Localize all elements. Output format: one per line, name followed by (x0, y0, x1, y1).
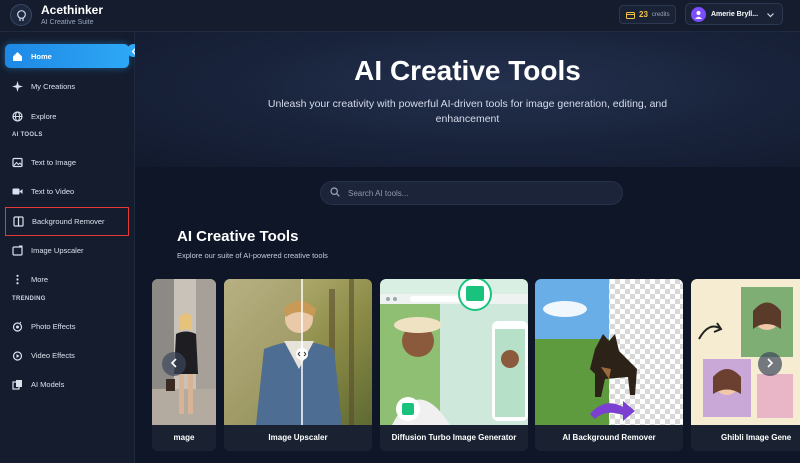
chevron-left-icon (170, 355, 178, 373)
video-icon (12, 186, 23, 197)
tool-card-ghibli-image-generator[interactable]: Ghibli Image Gene (691, 279, 800, 451)
carousel-next-button[interactable] (758, 352, 782, 376)
hero-subtitle: Unleash your creativity with powerful AI… (267, 98, 668, 125)
tools-section-subtitle: Explore our suite of AI-powered creative… (177, 251, 328, 260)
globe-icon (12, 110, 23, 122)
search-input[interactable]: Search AI tools... (320, 181, 623, 205)
tool-card-image-preview (535, 279, 683, 425)
user-icon (691, 6, 706, 22)
sidebar-item-home[interactable]: Home (5, 44, 129, 68)
upscale-icon (12, 245, 23, 256)
sidebar: Home My Creations Explore AI TOOLS Text … (0, 32, 135, 463)
brand-subtitle: AI Creative Suite (41, 19, 94, 26)
tool-card-ai-background-remover[interactable]: AI Background Remover (535, 279, 683, 451)
image-edit-icon (12, 157, 23, 168)
carousel-prev-button[interactable] (162, 352, 186, 376)
sidebar-item-label: My Creations (31, 81, 76, 91)
credits-label: credits (651, 11, 670, 18)
ai-tools-label: AI TOOLS (12, 132, 43, 138)
sidebar-item-background-remover[interactable]: Background Remover (5, 207, 129, 236)
sidebar-item-label: Background Remover (32, 217, 105, 226)
sidebar-item-my-creations[interactable]: My Creations (5, 74, 129, 98)
brand-name: Acethinker (41, 3, 104, 17)
sidebar-item-label: More (31, 274, 49, 284)
sidebar-item-image-upscaler[interactable]: Image Upscaler (5, 238, 129, 262)
tool-card-diffusion-turbo[interactable]: Diffusion Turbo Image Generator (380, 279, 528, 451)
sidebar-item-label: Image Upscaler (31, 245, 84, 255)
search-icon (330, 184, 340, 202)
hero-title: AI Creative Tools (354, 55, 581, 86)
coin-icon (626, 6, 635, 24)
photo-effect-icon (12, 321, 23, 332)
sidebar-item-label: Video Effects (31, 350, 75, 360)
sidebar-item-explore[interactable]: Explore (5, 104, 129, 128)
user-name: Amerie Bryll... (711, 10, 759, 18)
sidebar-item-text-to-image[interactable]: Text to Image (5, 150, 129, 174)
sidebar-item-label: Explore (31, 111, 57, 121)
tool-card-image-preview (152, 279, 216, 425)
tool-card-label: Image Upscaler (224, 425, 372, 451)
chevron-right-icon (766, 355, 774, 373)
tool-card-label: Diffusion Turbo Image Generator (380, 425, 528, 451)
sidebar-item-label: AI Models (31, 379, 65, 389)
home-icon (12, 51, 23, 62)
tool-card-image-upscaler[interactable]: Image Upscaler (224, 279, 372, 451)
chevron-down-icon (767, 5, 775, 23)
tool-card-label: mage (152, 425, 216, 451)
tool-card-label: Ghibli Image Gene (691, 425, 800, 451)
models-icon (12, 379, 23, 390)
tools-section-title: AI Creative Tools (177, 228, 299, 245)
tool-card-image-preview (691, 279, 800, 425)
credits-count: 23 (639, 10, 648, 19)
hero-banner: AI Creative Tools Unleash your creativit… (135, 32, 800, 167)
brain-icon (10, 4, 32, 26)
top-bar: Acethinker AI Creative Suite 23 credits … (0, 0, 800, 32)
layers-icon (13, 216, 24, 227)
credits-badge[interactable]: 23 credits (619, 5, 676, 24)
sidebar-item-label: Home (31, 51, 52, 61)
user-menu[interactable]: Amerie Bryll... (685, 3, 783, 25)
tool-card-image-preview (380, 279, 528, 425)
sidebar-item-ai-models[interactable]: AI Models (5, 372, 129, 396)
sidebar-item-label: Photo Effects (31, 321, 76, 331)
tool-card-label: AI Background Remover (535, 425, 683, 451)
more-vertical-icon (12, 274, 23, 285)
sidebar-item-label: Text to Image (31, 157, 77, 167)
sidebar-item-text-to-video[interactable]: Text to Video (5, 179, 129, 203)
sidebar-item-label: Text to Video (31, 186, 75, 196)
sidebar-item-video-effects[interactable]: Video Effects (5, 343, 129, 367)
sidebar-item-photo-effects[interactable]: Photo Effects (5, 314, 129, 338)
search-placeholder: Search AI tools... (348, 188, 409, 198)
brand[interactable]: Acethinker AI Creative Suite (10, 4, 103, 26)
sidebar-item-more[interactable]: More (5, 267, 129, 291)
video-effect-icon (12, 350, 23, 361)
tool-card-image-preview (224, 279, 372, 425)
sparkle-icon (12, 80, 23, 92)
trending-label: TRENDING (12, 296, 46, 302)
